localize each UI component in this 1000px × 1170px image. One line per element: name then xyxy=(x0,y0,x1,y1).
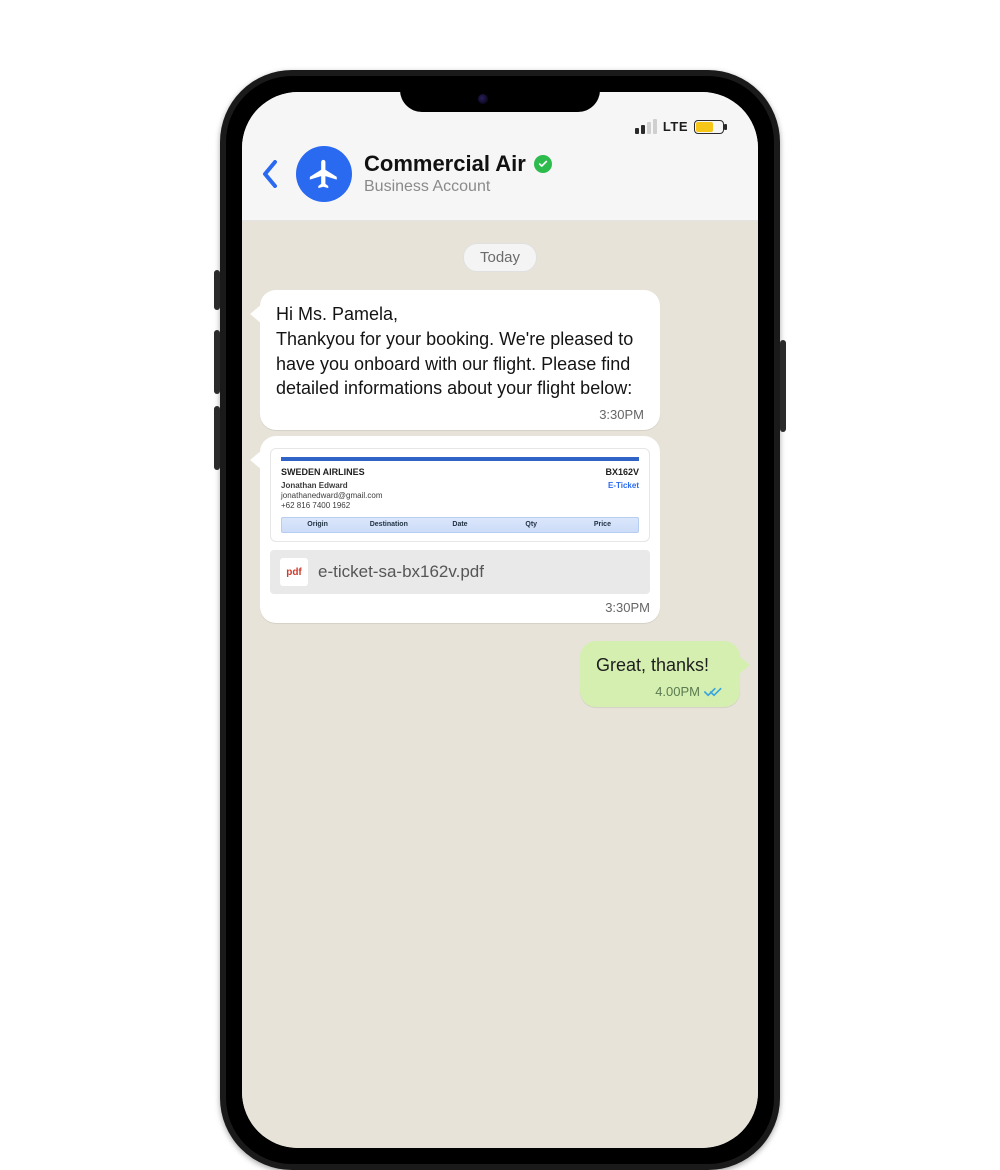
message-incoming[interactable]: Hi Ms. Pamela, Thankyou for your booking… xyxy=(260,290,740,430)
ticket-passenger-name: Jonathan Edward xyxy=(281,481,383,491)
attachment-preview[interactable]: SWEDEN AIRLINES BX162V Jonathan Edward j… xyxy=(270,448,650,542)
message-time: 3:30PM xyxy=(270,600,650,615)
ticket-airline: SWEDEN AIRLINES xyxy=(281,467,365,477)
message-time: 3:30PM xyxy=(276,407,644,422)
pdf-icon: pdf xyxy=(280,558,308,586)
ticket-passenger-phone: +62 816 7400 1962 xyxy=(281,501,383,511)
phone-frame: LTE xyxy=(220,70,780,1170)
network-type-label: LTE xyxy=(663,119,688,134)
verified-badge-icon xyxy=(534,155,552,173)
contact-subtitle: Business Account xyxy=(364,177,740,196)
back-button[interactable] xyxy=(256,160,284,188)
phone-side-button xyxy=(214,270,220,310)
message-incoming-attachment[interactable]: SWEDEN AIRLINES BX162V Jonathan Edward j… xyxy=(260,436,740,623)
phone-bezel: LTE xyxy=(226,76,774,1164)
ticket-eticket-label: E-Ticket xyxy=(608,481,639,490)
contact-name[interactable]: Commercial Air xyxy=(364,151,526,177)
message-text: Hi Ms. Pamela, Thankyou for your booking… xyxy=(276,302,644,401)
message-time: 4.00PM xyxy=(655,684,700,699)
phone-power-button xyxy=(780,340,786,432)
chat-header: Commercial Air Business Account xyxy=(242,138,758,221)
attachment-file[interactable]: pdf e-ticket-sa-bx162v.pdf xyxy=(270,550,650,594)
phone-volume-up xyxy=(214,330,220,394)
message-text: Great, thanks! xyxy=(596,653,724,678)
airplane-icon xyxy=(307,157,341,191)
ticket-code: BX162V xyxy=(605,467,639,477)
contact-avatar[interactable] xyxy=(296,146,352,202)
message-outgoing[interactable]: Great, thanks! 4.00PM xyxy=(260,641,740,707)
phone-screen: LTE xyxy=(242,92,758,1148)
phone-volume-down xyxy=(214,406,220,470)
ticket-columns: Origin Destination Date Qty Price xyxy=(281,517,639,533)
attachment-filename: e-ticket-sa-bx162v.pdf xyxy=(318,562,484,582)
cellular-signal-icon xyxy=(635,119,657,134)
date-divider: Today xyxy=(463,243,537,272)
ticket-passenger-email: jonathanedward@gmail.com xyxy=(281,491,383,501)
phone-notch xyxy=(400,76,600,112)
battery-icon xyxy=(694,120,724,134)
chat-body[interactable]: Today Hi Ms. Pamela, Thankyou for your b… xyxy=(242,221,758,1148)
read-receipt-icon xyxy=(704,685,724,699)
